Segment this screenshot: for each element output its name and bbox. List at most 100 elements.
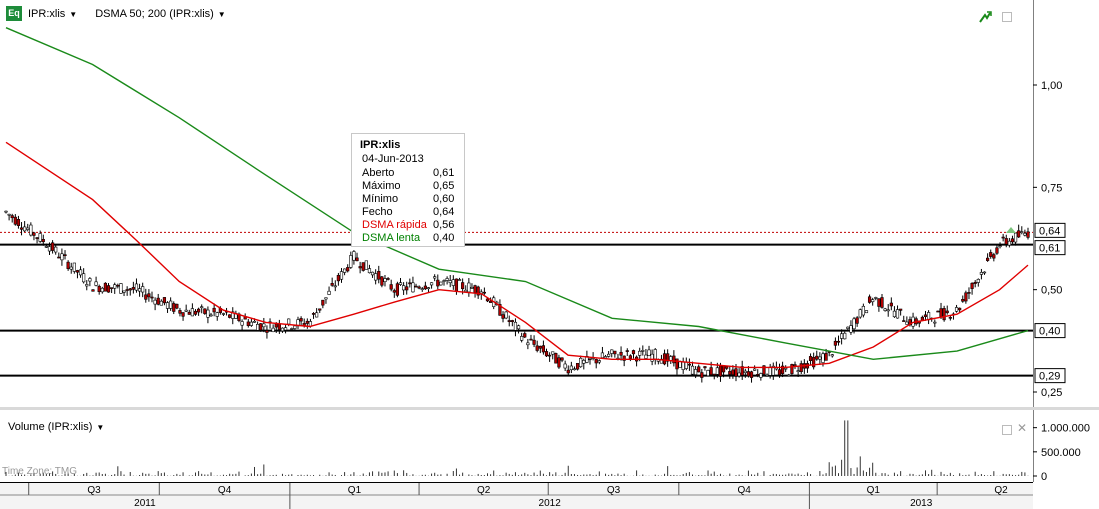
quarter-label: Q4 [737, 485, 751, 496]
candle-body [992, 254, 996, 259]
price-chart[interactable] [0, 0, 1033, 408]
tooltip-row-value: 0,40 [433, 232, 455, 244]
candle-body [433, 276, 437, 279]
candle-body [867, 296, 872, 303]
candle-body [464, 289, 468, 292]
candle-body [967, 292, 971, 294]
tooltip-row: Mínimo 0,60 [362, 193, 462, 205]
candle-body [681, 361, 685, 370]
candle-body [274, 323, 278, 328]
candle-body [196, 308, 201, 313]
candle-body [874, 297, 878, 299]
candle-body [451, 279, 455, 286]
candle-body [790, 364, 794, 374]
candle-body [454, 278, 459, 292]
tooltip-row-value: 0,60 [433, 193, 455, 205]
tooltip-row: Fecho 0,64 [362, 206, 462, 218]
candle-body [892, 310, 897, 318]
candle-body [560, 357, 564, 361]
candle-body [619, 351, 623, 356]
chevron-down-icon: ▼ [96, 423, 105, 432]
candle-body [852, 318, 856, 330]
year-label: 2012 [539, 498, 562, 509]
candle-body [625, 350, 629, 352]
candle-body [144, 294, 148, 300]
candle-body [675, 358, 679, 370]
candle-body [905, 321, 909, 325]
candle-body [141, 286, 145, 293]
candle-body [861, 305, 865, 316]
price-tick-label: 0,25 [1041, 387, 1062, 399]
candle-body [346, 267, 350, 272]
candle-body [485, 298, 490, 302]
candle-body [60, 253, 64, 261]
candle-body [889, 302, 893, 307]
candle-body [29, 224, 33, 236]
candle-body [44, 246, 48, 248]
candle-body [749, 371, 754, 378]
candle-body [706, 370, 710, 377]
candle-body [311, 313, 316, 315]
candle-body [209, 314, 213, 317]
close-icon[interactable]: ✕ [1017, 421, 1027, 435]
candle-body [103, 282, 108, 292]
volume-selector[interactable]: Volume (IPR:xlis) ▼ [8, 421, 104, 433]
candle-body [26, 227, 30, 230]
candle-body [252, 320, 257, 323]
candle-body [355, 257, 359, 262]
candle-body [526, 342, 530, 346]
candle-body [954, 307, 959, 312]
candle-body [520, 336, 524, 341]
candle-body [221, 313, 226, 315]
candle-body [461, 282, 465, 290]
candle-body [333, 285, 337, 288]
candle-body [175, 303, 179, 309]
candle-body [153, 299, 157, 305]
candle-body [131, 287, 135, 290]
quarter-label: Q1 [348, 485, 362, 496]
candle-body [106, 285, 111, 293]
maximize-icon[interactable] [1002, 425, 1012, 435]
candle-body [895, 309, 900, 319]
level-label: 0,61 [1039, 243, 1060, 255]
candle-body [134, 283, 139, 291]
price-tick-label: 1,00 [1041, 80, 1062, 92]
candle-body [948, 317, 952, 319]
candle-body [200, 306, 204, 309]
candle-body [945, 310, 949, 314]
candle-body [594, 359, 598, 364]
candle-body [575, 363, 580, 370]
candle-body [644, 354, 648, 359]
candle-body [426, 287, 431, 290]
candle-body [349, 255, 353, 268]
candle-body [833, 340, 838, 346]
candle-body [883, 308, 887, 311]
candle-body [122, 290, 126, 293]
candle-body [1001, 236, 1005, 239]
level-label: 0,64 [1039, 225, 1060, 237]
tooltip-row-label: DSMA rápida [362, 219, 427, 231]
quarter-label: Q3 [607, 485, 621, 496]
candle-body [94, 281, 98, 286]
volume-chart[interactable] [0, 410, 1033, 482]
candle-body [85, 284, 89, 287]
candle-body [1004, 238, 1008, 245]
candle-body [824, 353, 828, 361]
candle-body [523, 333, 527, 338]
candle-body [66, 261, 70, 269]
candle-body [513, 321, 518, 331]
candle-body [538, 345, 542, 349]
price-tick-label: 0,75 [1041, 182, 1062, 194]
candle-body [172, 303, 176, 312]
candle-body [72, 262, 76, 272]
tooltip-row-label: Máximo [362, 180, 401, 192]
quarter-label: Q2 [994, 485, 1008, 496]
tooltip-row-label: DSMA lenta [362, 232, 421, 244]
candle-body [830, 354, 834, 357]
candle-body [759, 373, 763, 378]
candle-body [259, 323, 263, 331]
candle-body [765, 375, 769, 377]
candle-body [203, 308, 207, 314]
candle-body [799, 363, 803, 372]
candle-body [436, 279, 440, 287]
